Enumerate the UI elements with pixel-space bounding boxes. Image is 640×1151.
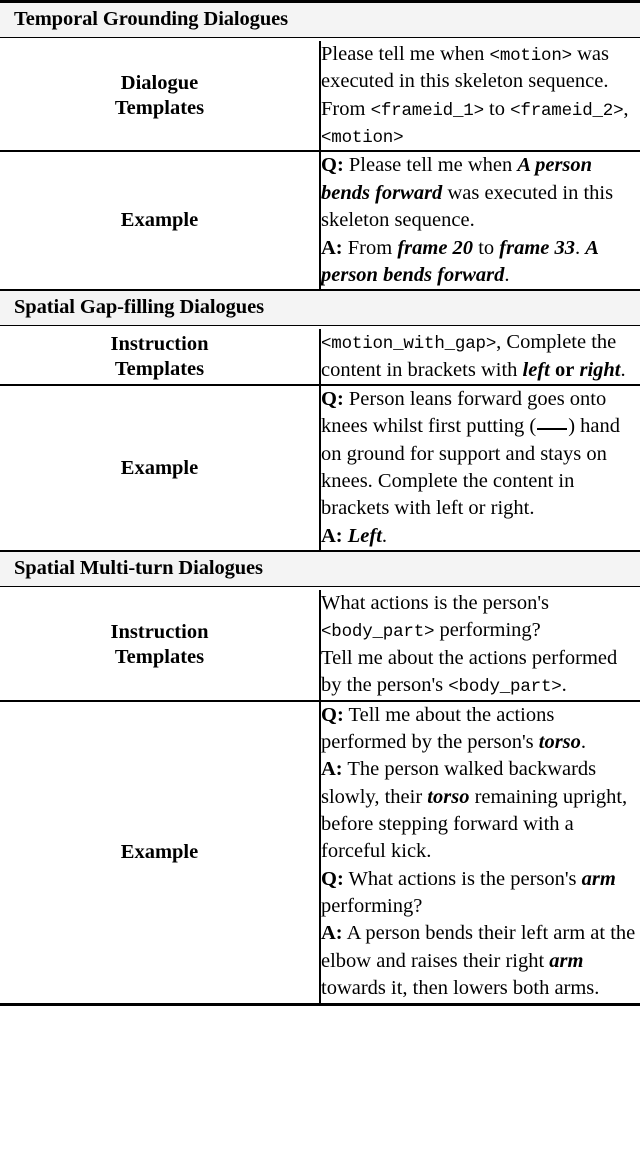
placeholder-token: <body_part> — [448, 677, 562, 698]
content-line: <motion_with_gap>, Complete the content … — [321, 329, 640, 384]
text-run: . — [580, 730, 587, 753]
row-content-example-temporal: Q: Please tell me when A person bends fo… — [319, 151, 640, 290]
table-row: Instruction Templates What actions is th… — [0, 590, 640, 700]
speaker-tag: A: — [321, 922, 343, 945]
row-content-dialogue-templates: Please tell me when <motion> was execute… — [319, 41, 640, 151]
gap-blank-marker — [537, 428, 568, 431]
row-label-instruction-templates-multi: Instruction Templates — [0, 590, 320, 699]
row-label-example-multi: Example — [0, 701, 320, 1003]
text-run: . — [504, 263, 510, 286]
placeholder-token: <frameid_2> — [510, 100, 624, 121]
text-run: From — [342, 236, 398, 259]
row-label-line1: Instruction — [110, 620, 209, 643]
emphasis-text: right — [579, 358, 621, 381]
speaker-tag: A: — [321, 758, 343, 781]
placeholder-token: <frameid_1> — [370, 100, 485, 121]
content-line: A: The person walked backwards slowly, t… — [321, 756, 640, 865]
text-run: What actions is the person's — [321, 592, 550, 615]
content-line: What actions is the person's <body_part>… — [321, 590, 640, 645]
speaker-tag: Q: — [321, 867, 344, 890]
dialogue-spec-table: Temporal Grounding Dialogues Dialogue Te… — [0, 0, 640, 1006]
row-content-example-gap: Q: Person leans forward goes onto knees … — [319, 384, 640, 551]
row-label-line1: Example — [120, 456, 199, 479]
text-run: . — [381, 524, 388, 547]
row-label-example-gap: Example — [0, 385, 320, 550]
content-line: Q: Please tell me when A person bends fo… — [321, 152, 640, 234]
content-line: A: Left. — [321, 523, 640, 550]
text-run: performing? — [434, 619, 541, 642]
table-row: Example Q: Tell me about the actions per… — [0, 700, 640, 1003]
spec-table: Temporal Grounding Dialogues Dialogue Te… — [0, 3, 640, 1003]
content-line: Q: Person leans forward goes onto knees … — [321, 386, 640, 523]
table-row: Example Q: Please tell me when A person … — [0, 151, 640, 290]
speaker-tag: or — [554, 358, 575, 381]
emphasis-text: frame 33 — [499, 236, 575, 259]
section-header-row: Spatial Multi-turn Dialogues — [0, 551, 640, 588]
text-run: to — [483, 97, 511, 120]
table-row: Instruction Templates <motion_with_gap>,… — [0, 329, 640, 384]
content-line: A: From frame 20 to frame 33. A person b… — [321, 235, 640, 290]
text-run: , — [623, 97, 629, 120]
content-line: Q: What actions is the person's arm perf… — [321, 866, 640, 921]
text-run: Please tell me when — [321, 43, 490, 65]
text-run: What actions is the person's — [343, 867, 582, 890]
placeholder-token: <motion_with_gap> — [321, 334, 497, 355]
table-bottom-rule — [0, 1002, 640, 1006]
section-title-spatial-gap-filling: Spatial Gap-filling Dialogues — [0, 290, 640, 327]
table-row: Example Q: Person leans forward goes ont… — [0, 384, 640, 551]
text-run: A person bends their left arm at the elb… — [321, 922, 636, 972]
row-label-line1: Example — [120, 209, 199, 232]
text-run: . — [575, 236, 586, 259]
row-content-instruction-templates-multi: What actions is the person's <body_part>… — [319, 590, 640, 700]
row-label-line1: Example — [120, 840, 199, 863]
table-row: Dialogue Templates Please tell me when <… — [0, 41, 640, 151]
section-header-row: Temporal Grounding Dialogues — [0, 3, 640, 38]
emphasis-text: Left — [347, 524, 382, 547]
emphasis-text: torso — [538, 730, 581, 753]
content-line: Please tell me when <motion> was execute… — [321, 41, 640, 150]
speaker-tag: A: — [321, 236, 343, 259]
content-line: A: A person bends their left arm at the … — [321, 920, 640, 1002]
placeholder-token: <motion> — [489, 46, 573, 66]
text-run: towards it, then lowers both arms. — [321, 977, 600, 1000]
emphasis-text: arm — [581, 867, 616, 890]
placeholder-token: <motion> — [321, 128, 404, 149]
text-run: Tell me about the actions performed by t… — [321, 703, 555, 753]
row-label-line2: Templates — [114, 357, 205, 380]
placeholder-token: <body_part> — [321, 622, 435, 643]
row-label-line1: Instruction — [110, 332, 209, 355]
row-label-line1: Dialogue — [120, 71, 199, 94]
text-run: . — [561, 674, 567, 697]
text-run: . — [620, 358, 626, 381]
emphasis-text: arm — [549, 949, 584, 972]
row-label-dialogue-templates: Dialogue Templates — [0, 41, 320, 150]
text-run: Please tell me when — [343, 154, 518, 177]
text-run: to — [473, 236, 500, 259]
speaker-tag: Q: — [321, 703, 344, 726]
speaker-tag: A: — [321, 524, 343, 547]
content-line: Q: Tell me about the actions performed b… — [321, 702, 640, 757]
row-content-example-multi: Q: Tell me about the actions performed b… — [319, 700, 640, 1003]
row-content-instruction-templates-gap: <motion_with_gap>, Complete the content … — [319, 329, 640, 384]
emphasis-text: left — [522, 358, 550, 381]
row-label-line2: Templates — [114, 645, 205, 668]
section-header-row: Spatial Gap-filling Dialogues — [0, 290, 640, 327]
row-label-instruction-templates-gap: Instruction Templates — [0, 329, 320, 384]
row-label-example-temporal: Example — [0, 151, 320, 289]
row-label-line2: Templates — [114, 96, 205, 119]
emphasis-text: torso — [427, 785, 470, 808]
section-title-spatial-multi-turn: Spatial Multi-turn Dialogues — [0, 551, 640, 588]
speaker-tag: Q: — [321, 387, 344, 410]
text-run: performing? — [321, 895, 423, 918]
section-title-temporal-grounding: Temporal Grounding Dialogues — [0, 3, 640, 38]
content-line: Tell me about the actions performed by t… — [321, 645, 640, 700]
speaker-tag: Q: — [321, 154, 344, 177]
emphasis-text: frame 20 — [397, 236, 474, 259]
